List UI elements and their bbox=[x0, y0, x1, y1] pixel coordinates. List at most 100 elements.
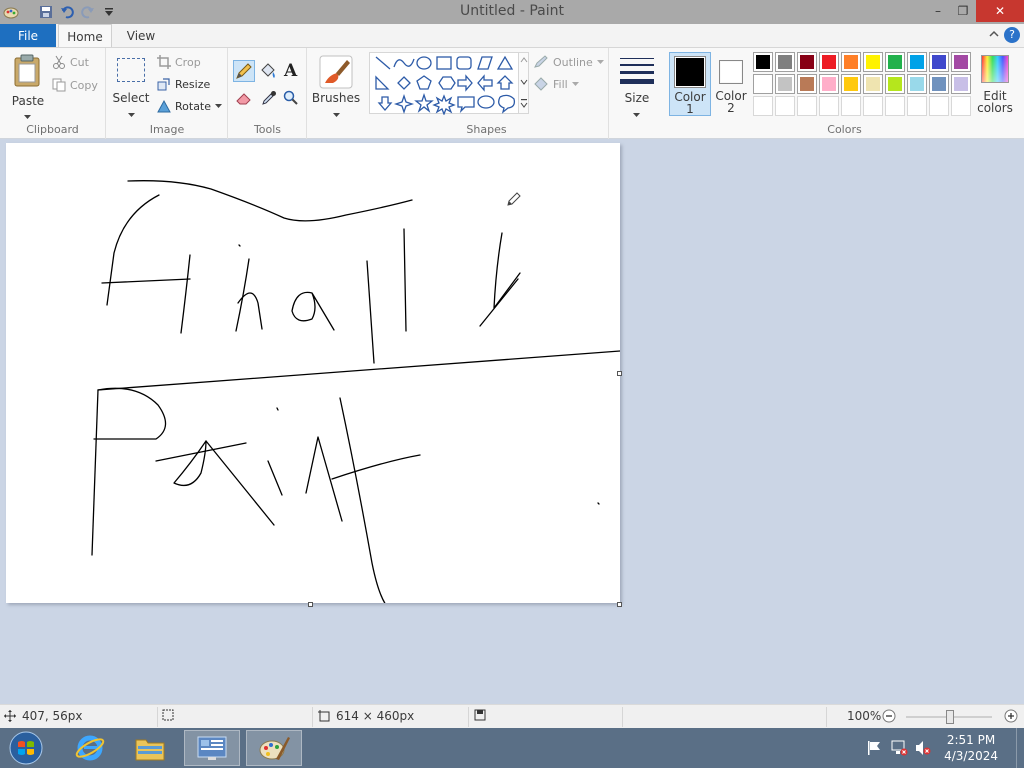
pencil-tool[interactable] bbox=[233, 60, 255, 82]
palette-color-swatch[interactable] bbox=[753, 74, 773, 94]
close-button[interactable]: ✕ bbox=[976, 0, 1024, 22]
outline-dropdown-icon bbox=[596, 60, 604, 64]
palette-color-swatch[interactable] bbox=[907, 74, 927, 94]
taskbar-control-panel[interactable] bbox=[184, 730, 240, 766]
palette-custom-slot[interactable] bbox=[951, 96, 971, 116]
zoom-in-button[interactable] bbox=[1004, 709, 1018, 723]
volume-muted-icon[interactable] bbox=[914, 740, 932, 759]
palette-custom-slot[interactable] bbox=[819, 96, 839, 116]
palette-custom-slot[interactable] bbox=[753, 96, 773, 116]
color2-button[interactable]: Color 2 bbox=[715, 52, 749, 116]
rotate-label: Rotate bbox=[175, 99, 212, 113]
edit-colors-button[interactable]: Edit colors bbox=[975, 52, 1015, 116]
minimize-ribbon-icon[interactable] bbox=[988, 28, 1000, 43]
help-icon[interactable]: ? bbox=[1004, 27, 1020, 43]
drawing-canvas[interactable] bbox=[6, 143, 620, 603]
palette-color-swatch[interactable] bbox=[863, 74, 883, 94]
copy-button[interactable]: Copy bbox=[52, 78, 98, 92]
color2-label-num: 2 bbox=[727, 101, 735, 115]
palette-custom-slot[interactable] bbox=[929, 96, 949, 116]
fill-tool[interactable] bbox=[259, 62, 277, 83]
tab-home[interactable]: Home bbox=[58, 24, 112, 48]
paste-button[interactable]: Paste bbox=[8, 52, 46, 119]
palette-color-swatch[interactable] bbox=[775, 74, 795, 94]
clipboard-group: Paste Cut Copy Clipboard bbox=[0, 48, 106, 139]
eraser-tool[interactable] bbox=[235, 90, 253, 109]
palette-color-swatch[interactable] bbox=[797, 74, 817, 94]
resize-handle-corner[interactable] bbox=[617, 602, 622, 607]
rotate-button[interactable]: Rotate bbox=[157, 99, 223, 113]
palette-color-swatch[interactable] bbox=[885, 52, 905, 72]
paint-palette-icon bbox=[259, 737, 290, 760]
outline-button[interactable]: Outline bbox=[533, 55, 604, 69]
start-button[interactable] bbox=[0, 730, 52, 766]
cut-button[interactable]: Cut bbox=[52, 55, 89, 69]
palette-custom-slot[interactable] bbox=[907, 96, 927, 116]
shapes-gallery[interactable] bbox=[369, 52, 519, 115]
tab-view[interactable]: View bbox=[116, 24, 166, 47]
crop-label: Crop bbox=[175, 55, 201, 69]
palette-color-fill bbox=[822, 55, 836, 69]
taskbar-internet-explorer[interactable] bbox=[62, 730, 118, 766]
shapes-scroll[interactable] bbox=[519, 52, 529, 114]
canvas-workspace[interactable] bbox=[0, 139, 1024, 704]
palette-color-swatch[interactable] bbox=[951, 74, 971, 94]
palette-custom-slot[interactable] bbox=[775, 96, 795, 116]
palette-color-swatch[interactable] bbox=[819, 74, 839, 94]
brushes-button[interactable]: Brushes bbox=[312, 54, 360, 118]
text-tool-icon[interactable]: A bbox=[284, 61, 297, 81]
palette-color-swatch[interactable] bbox=[885, 74, 905, 94]
size-button[interactable]: Size bbox=[614, 54, 660, 118]
move-cursor-icon bbox=[4, 710, 16, 722]
palette-custom-slot[interactable] bbox=[841, 96, 861, 116]
show-desktop-button[interactable] bbox=[1016, 728, 1024, 768]
action-center-flag-icon[interactable] bbox=[866, 740, 882, 759]
resize-handle-bottom[interactable] bbox=[308, 602, 313, 607]
select-button[interactable]: Select bbox=[112, 54, 150, 118]
palette-color-swatch[interactable] bbox=[841, 52, 861, 72]
magnifier-tool[interactable] bbox=[283, 90, 299, 109]
palette-color-swatch[interactable] bbox=[819, 52, 839, 72]
image-group: Select Crop Resize Rotate Image bbox=[107, 48, 228, 139]
crop-button[interactable]: Crop bbox=[157, 55, 201, 69]
size-dropdown-icon bbox=[633, 106, 640, 120]
palette-custom-slot[interactable] bbox=[797, 96, 817, 116]
tab-file[interactable]: File bbox=[0, 24, 56, 47]
select-icon bbox=[117, 58, 145, 82]
zoom-out-button[interactable] bbox=[882, 709, 896, 723]
copy-label: Copy bbox=[70, 78, 98, 92]
restore-button[interactable]: ❐ bbox=[951, 0, 975, 22]
resize-button[interactable]: Resize bbox=[157, 77, 210, 91]
rotate-dropdown-icon bbox=[215, 104, 223, 108]
palette-color-swatch[interactable] bbox=[951, 52, 971, 72]
paste-dropdown-icon bbox=[24, 108, 31, 122]
resize-handle-right[interactable] bbox=[617, 371, 622, 376]
palette-color-swatch[interactable] bbox=[929, 74, 949, 94]
network-icon[interactable] bbox=[890, 740, 908, 759]
palette-custom-slot[interactable] bbox=[885, 96, 905, 116]
ribbon: Paste Cut Copy Clipboard Select Crop Res… bbox=[0, 47, 1024, 139]
taskbar-file-explorer[interactable] bbox=[122, 730, 178, 766]
fill-bucket-icon bbox=[534, 77, 548, 91]
zoom-slider-thumb[interactable] bbox=[946, 710, 954, 724]
palette-color-swatch[interactable] bbox=[863, 52, 883, 72]
control-panel-icon bbox=[197, 736, 227, 760]
taskbar-clock[interactable]: 2:51 PM 4/3/2024 bbox=[944, 732, 998, 764]
palette-color-swatch[interactable] bbox=[907, 52, 927, 72]
canvas-size-icon bbox=[318, 710, 330, 722]
palette-color-swatch[interactable] bbox=[753, 52, 773, 72]
edit-colors-label-2: colors bbox=[977, 101, 1013, 115]
palette-color-swatch[interactable] bbox=[929, 52, 949, 72]
taskbar-paint[interactable] bbox=[246, 730, 302, 766]
color-picker-tool[interactable] bbox=[261, 90, 277, 109]
palette-custom-slot[interactable] bbox=[863, 96, 883, 116]
shapes-gallery-icons bbox=[375, 55, 516, 115]
palette-color-swatch[interactable] bbox=[775, 52, 795, 72]
fill-button[interactable]: Fill bbox=[533, 77, 579, 91]
colors-group-label: Colors bbox=[827, 123, 862, 136]
status-separator bbox=[826, 707, 827, 727]
palette-color-swatch[interactable] bbox=[841, 74, 861, 94]
color1-button[interactable]: Color 1 bbox=[669, 52, 711, 116]
minimize-button[interactable]: – bbox=[926, 0, 950, 22]
palette-color-swatch[interactable] bbox=[797, 52, 817, 72]
